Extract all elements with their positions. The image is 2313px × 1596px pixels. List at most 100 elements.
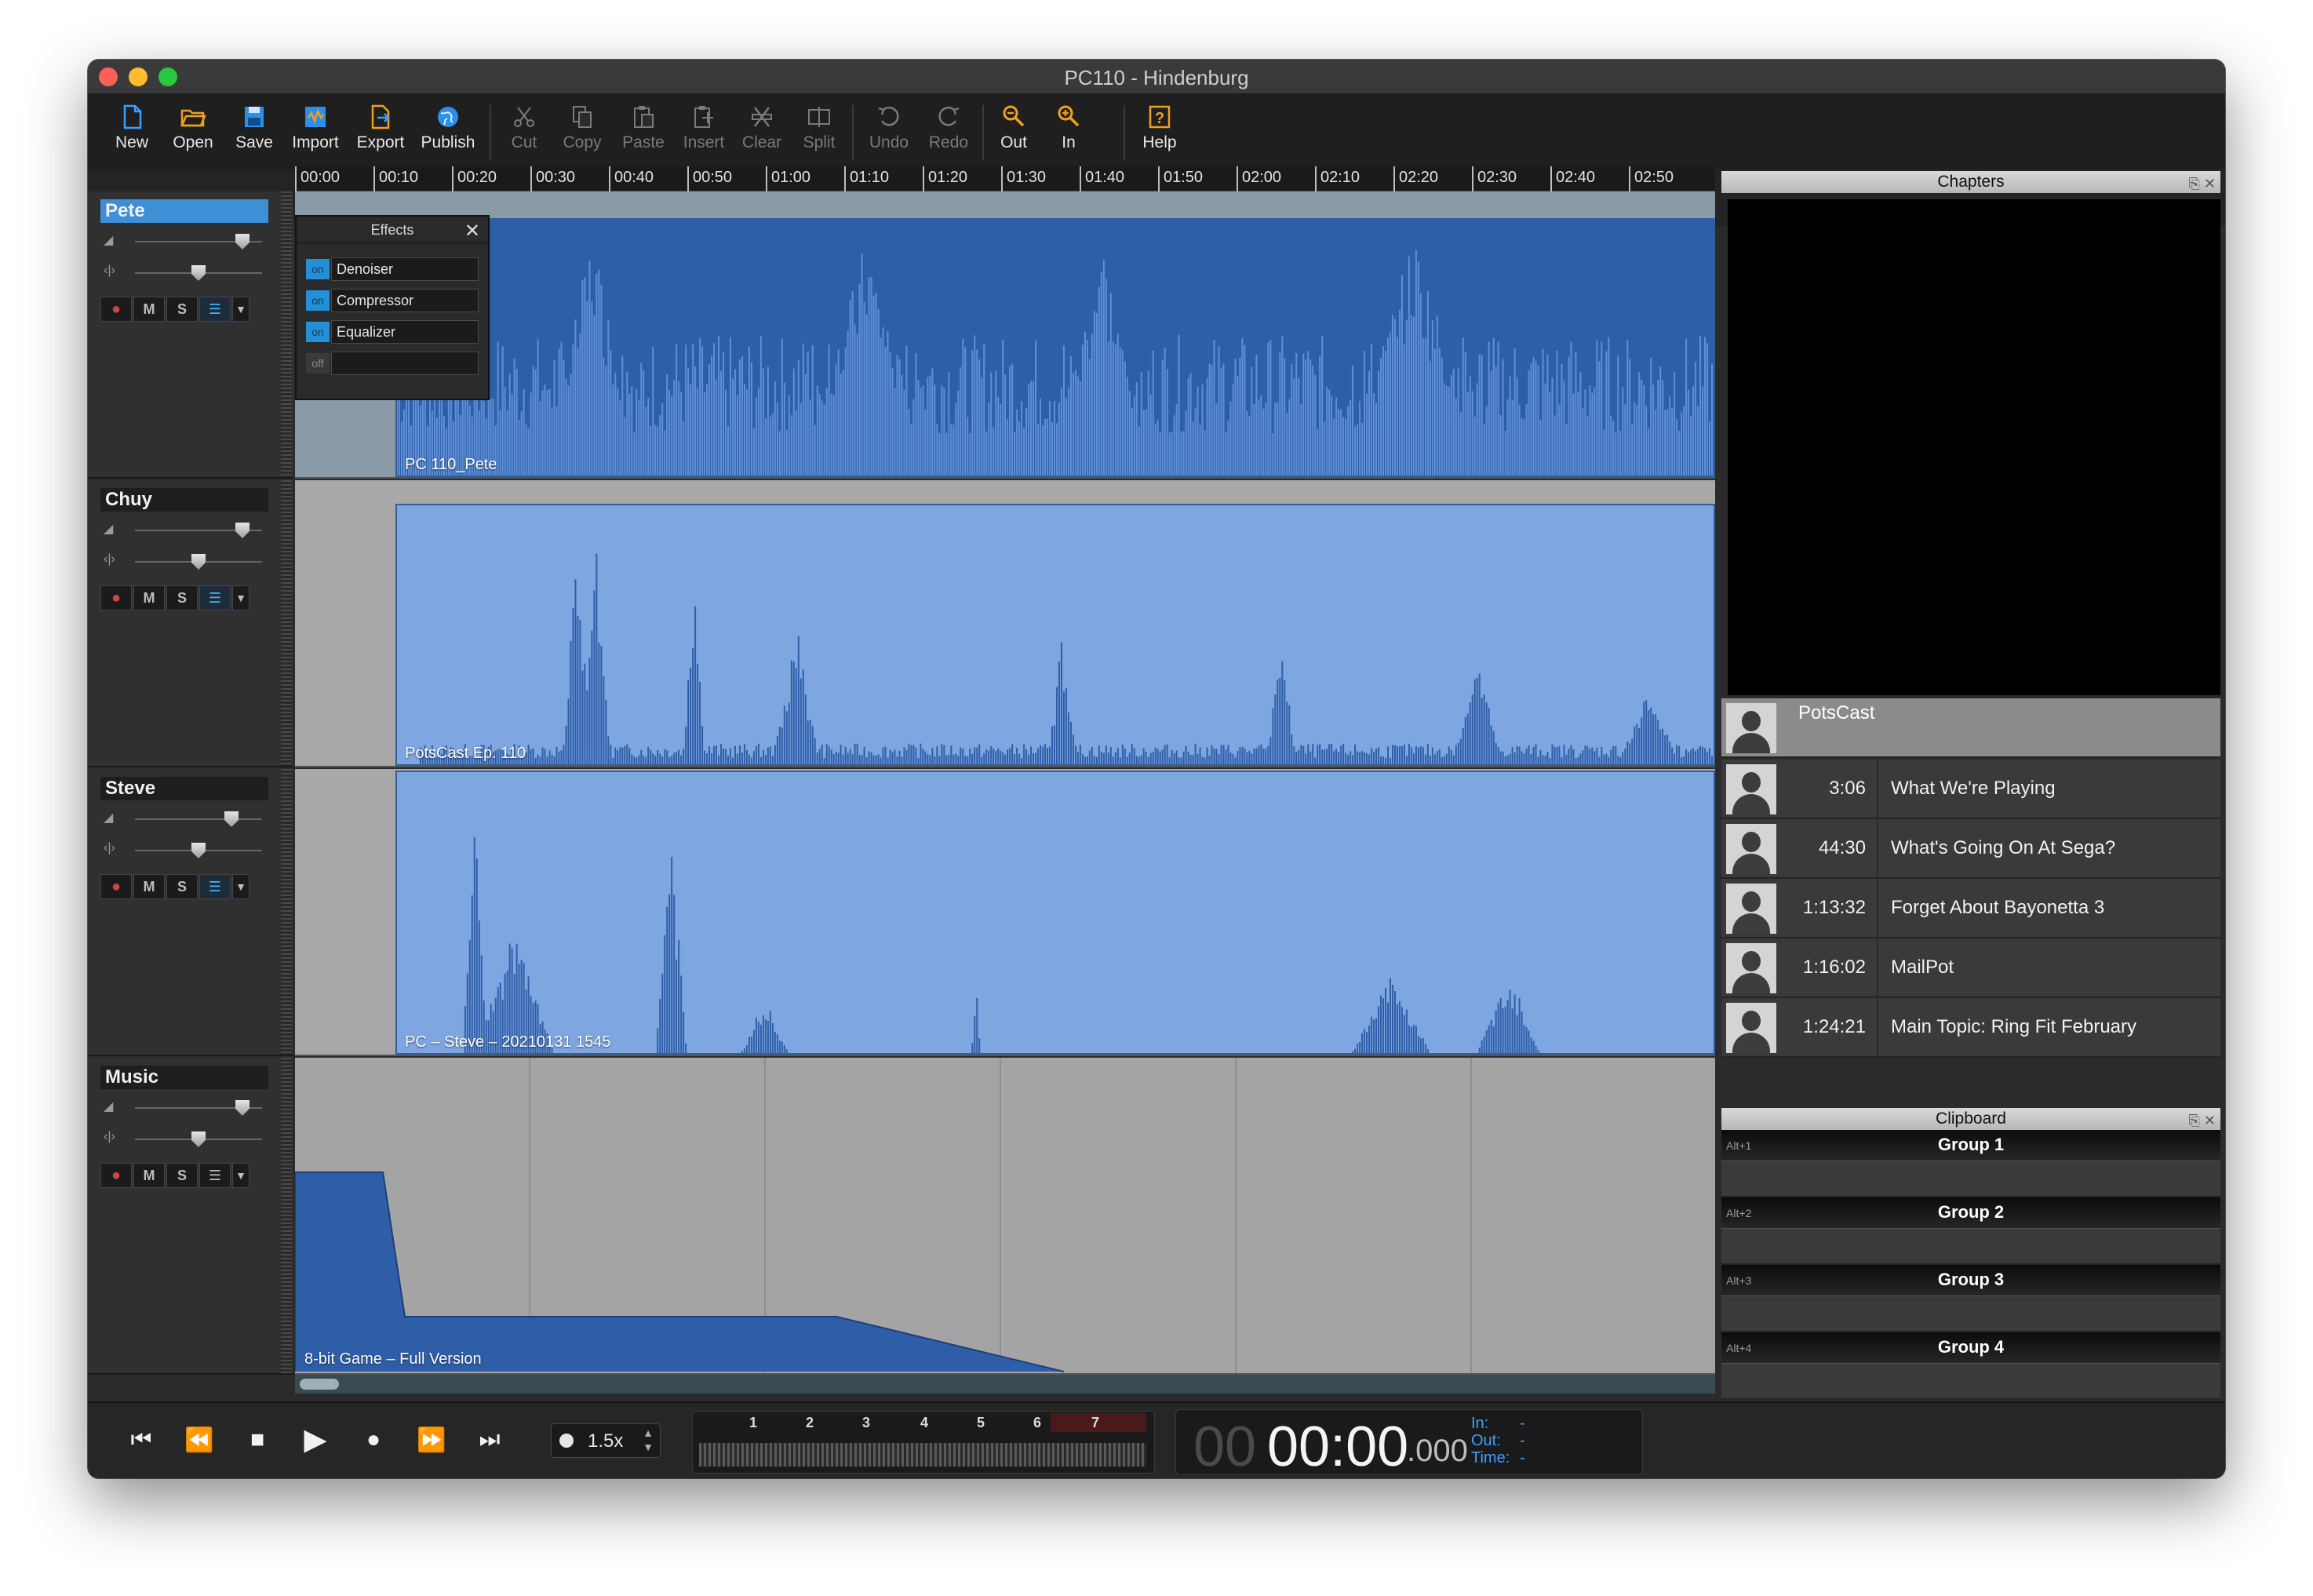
effects-mixer-icon[interactable]: ☰ [199, 874, 231, 899]
zoom-out-button[interactable]: Out [993, 104, 1034, 163]
effect-name[interactable] [331, 352, 479, 375]
track-resize-grip[interactable] [281, 769, 292, 1055]
volume-knob[interactable] [235, 1100, 250, 1116]
insert-button[interactable]: Insert [678, 104, 730, 163]
track-menu-dropdown[interactable]: ▼ [232, 1163, 250, 1188]
track-lane-chuy[interactable]: PotsCast Ep. 110 [295, 480, 1715, 767]
volume-slider[interactable]: ◢ [100, 232, 265, 251]
track-resize-grip[interactable] [281, 480, 292, 766]
track-resize-grip[interactable] [281, 191, 292, 477]
record-arm-button[interactable]: ● [100, 874, 132, 899]
pan-slider[interactable]: ‹|› [100, 264, 265, 282]
effect-toggle[interactable]: off [306, 353, 330, 373]
audio-clip[interactable]: PotsCast Ep. 110 [395, 504, 1715, 766]
copy-button[interactable]: Copy [559, 104, 606, 163]
effect-name[interactable]: Equalizer [331, 320, 479, 344]
effects-mixer-icon[interactable]: ☰ [199, 297, 231, 322]
track-name[interactable]: Steve [100, 777, 268, 800]
redo-button[interactable]: Redo [924, 104, 973, 163]
solo-button[interactable]: S [166, 1163, 198, 1188]
save-button[interactable]: Save [232, 104, 276, 163]
play-icon[interactable]: ▶ [295, 1422, 336, 1457]
chapter-row[interactable]: 1:24:21 Main Topic: Ring Fit February [1721, 998, 2220, 1058]
clear-button[interactable]: Clear [738, 104, 786, 163]
track-lane-music[interactable]: 8-bit Game – Full Version [295, 1058, 1715, 1375]
track-name[interactable]: Pete [100, 199, 268, 223]
mute-button[interactable]: M [133, 1163, 165, 1188]
effects-mixer-icon[interactable]: ☰ [199, 1163, 231, 1188]
fast-forward-icon[interactable]: ⏩ [411, 1427, 452, 1454]
timeline-ruler[interactable]: 00:00 00:10 00:20 00:30 00:40 00:50 01:00 01:10… [295, 166, 1715, 191]
chapter-row[interactable]: 1:16:02 MailPot [1721, 938, 2220, 998]
pin-icon[interactable]: ⎘ [2188, 1113, 2199, 1128]
undo-button[interactable]: Undo [863, 104, 915, 163]
effect-toggle[interactable]: on [306, 322, 330, 342]
pan-knob[interactable] [191, 843, 206, 858]
clipboard-group[interactable]: Alt+1 Group 1 [1721, 1130, 2220, 1197]
solo-button[interactable]: S [166, 585, 198, 610]
track-lane-pete[interactable]: PC 110_Pete [295, 191, 1715, 479]
cut-button[interactable]: Cut [504, 104, 545, 163]
track-name[interactable]: Music [100, 1066, 268, 1089]
volume-knob[interactable] [235, 523, 250, 538]
volume-knob[interactable] [224, 811, 239, 827]
close-icon[interactable]: ✕ [2204, 1113, 2216, 1128]
export-button[interactable]: Export [352, 104, 410, 163]
solo-button[interactable]: S [166, 874, 198, 899]
new-button[interactable]: New [111, 104, 152, 163]
track-menu-dropdown[interactable]: ▼ [232, 585, 250, 610]
effect-name[interactable]: Compressor [331, 289, 479, 312]
effect-toggle[interactable]: on [306, 290, 330, 311]
scrollbar-thumb[interactable] [300, 1379, 339, 1390]
volume-slider[interactable]: ◢ [100, 810, 265, 829]
audio-clip[interactable]: PC 110_Pete [395, 218, 1715, 477]
volume-knob[interactable] [235, 234, 250, 250]
solo-button[interactable]: S [166, 297, 198, 322]
pan-slider[interactable]: ‹|› [100, 1130, 265, 1149]
split-button[interactable]: Split [797, 104, 841, 163]
mute-button[interactable]: M [133, 874, 165, 899]
time-display[interactable]: 00 00:00 .000 In: - Out: - Time: - [1175, 1409, 1643, 1478]
pan-knob[interactable] [191, 554, 206, 570]
clipboard-group[interactable]: Alt+4 Group 4 [1721, 1332, 2220, 1400]
stepper-arrows-icon[interactable]: ▲ ▼ [643, 1426, 654, 1454]
volume-slider[interactable]: ◢ [100, 1099, 265, 1117]
clipboard-group[interactable]: Alt+3 Group 3 [1721, 1265, 2220, 1332]
chapter-row[interactable]: 44:30 What's Going On At Sega? [1721, 819, 2220, 879]
open-button[interactable]: Open [169, 104, 217, 163]
volume-slider[interactable]: ◢ [100, 521, 265, 540]
pan-slider[interactable]: ‹|› [100, 841, 265, 860]
rewind-icon[interactable]: ⏪ [179, 1427, 220, 1454]
timeline-scrollbar[interactable] [295, 1375, 1715, 1394]
record-arm-button[interactable]: ● [100, 297, 132, 322]
stop-icon[interactable]: ■ [237, 1427, 278, 1453]
close-icon[interactable]: ✕ [2204, 176, 2216, 191]
chapter-row[interactable]: 3:06 What We're Playing [1721, 760, 2220, 819]
help-button[interactable]: ? Help [1138, 104, 1182, 163]
track-lane-steve[interactable]: PC – Steve – 20210131 1545 [295, 769, 1715, 1056]
publish-button[interactable]: Publish [416, 104, 480, 163]
mute-button[interactable]: M [133, 297, 165, 322]
chapter-row[interactable]: 1:13:32 Forget About Bayonetta 3 [1721, 879, 2220, 938]
effect-name[interactable]: Denoiser [331, 257, 479, 281]
pan-slider[interactable]: ‹|› [100, 552, 265, 571]
chapter-artwork[interactable] [1728, 199, 2220, 695]
skip-to-end-icon[interactable]: ⏭ [469, 1427, 510, 1453]
record-arm-button[interactable]: ● [100, 585, 132, 610]
close-icon[interactable]: ✕ [464, 220, 480, 242]
speed-toggle-icon[interactable] [559, 1434, 574, 1448]
pan-knob[interactable] [191, 1131, 206, 1147]
playback-speed-stepper[interactable]: 1.5x ▲ ▼ [551, 1423, 661, 1458]
record-icon[interactable]: ● [353, 1427, 394, 1453]
track-resize-grip[interactable] [281, 1058, 292, 1373]
effects-mixer-icon[interactable]: ☰ [199, 585, 231, 610]
track-menu-dropdown[interactable]: ▼ [232, 874, 250, 899]
skip-to-start-icon[interactable]: ⏮ [121, 1427, 162, 1453]
track-menu-dropdown[interactable]: ▼ [232, 297, 250, 322]
pin-icon[interactable]: ⎘ [2188, 176, 2199, 191]
import-button[interactable]: Import [287, 104, 344, 163]
chapter-podcast-row[interactable]: PotsCast [1721, 698, 2220, 758]
clipboard-group[interactable]: Alt+2 Group 2 [1721, 1197, 2220, 1265]
pan-knob[interactable] [191, 265, 206, 281]
mute-button[interactable]: M [133, 585, 165, 610]
